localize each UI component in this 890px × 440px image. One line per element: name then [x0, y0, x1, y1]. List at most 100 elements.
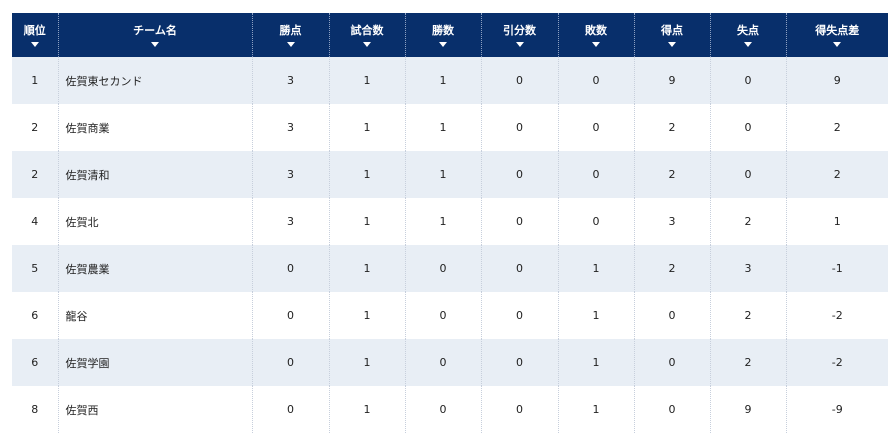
cell-losses: 0 [557, 151, 634, 198]
col-points-header[interactable]: 勝点 [251, 13, 329, 57]
cell-losses: 1 [557, 292, 634, 339]
sort-down-icon[interactable] [286, 41, 295, 47]
table-body: 1 佐賀東セカンド 3 1 1 0 0 9 0 9 2 佐賀商業 3 1 1 0 0 2 0 2 2 佐賀清和 3 1 1 0 0 2… [12, 57, 888, 433]
cell-points: 0 [251, 292, 329, 339]
cell-goals-against: 9 [709, 386, 786, 433]
cell-games: 1 [328, 151, 405, 198]
sort-down-icon[interactable] [363, 41, 371, 47]
cell-losses: 0 [557, 57, 634, 104]
cell-goals-against: 0 [709, 57, 786, 104]
sort-down-icon[interactable] [744, 41, 752, 47]
col-goal-diff-header-label: 得失点差 [815, 23, 860, 37]
cell-goal-diff: -2 [785, 339, 888, 386]
cell-rank: 2 [12, 104, 58, 151]
sort-down-icon[interactable] [668, 41, 676, 47]
cell-points: 0 [251, 386, 329, 433]
cell-games: 1 [328, 198, 405, 245]
cell-points: 3 [251, 57, 329, 104]
sort-down-icon[interactable] [515, 41, 524, 47]
cell-games: 1 [328, 339, 405, 386]
cell-points: 0 [251, 245, 329, 292]
table-row: 6 佐賀学園 0 1 0 0 1 0 2 -2 [12, 339, 888, 386]
table-row: 8 佐賀西 0 1 0 0 1 0 9 -9 [12, 386, 888, 433]
cell-rank: 5 [12, 245, 58, 292]
standings-table: 順位 チーム名 勝点 試合数 勝数 引分数 敗数 得点 失点 得失点差 1 佐賀東セカンド 3 1 1 0 0… [12, 13, 888, 433]
col-losses-header[interactable]: 敗数 [557, 13, 634, 57]
sort-down-icon[interactable] [592, 41, 600, 47]
cell-goal-diff: -9 [785, 386, 888, 433]
col-goal-diff-header[interactable]: 得失点差 [785, 13, 888, 57]
cell-draws: 0 [480, 151, 558, 198]
cell-games: 1 [328, 245, 405, 292]
cell-rank: 4 [12, 198, 58, 245]
col-goals-for-header[interactable]: 得点 [633, 13, 710, 57]
col-team-header[interactable]: チーム名 [57, 13, 252, 57]
col-draws-header[interactable]: 引分数 [480, 13, 558, 57]
col-rank-header[interactable]: 順位 [12, 13, 58, 57]
cell-team: 佐賀農業 [57, 245, 252, 292]
col-goals-against-header-label: 失点 [737, 23, 759, 37]
cell-draws: 0 [480, 245, 558, 292]
sort-down-icon[interactable] [439, 41, 447, 47]
cell-goals-for: 0 [633, 339, 710, 386]
cell-losses: 0 [557, 198, 634, 245]
table-row: 4 佐賀北 3 1 1 0 0 3 2 1 [12, 198, 888, 245]
cell-draws: 0 [480, 104, 558, 151]
cell-rank: 1 [12, 57, 58, 104]
sort-down-icon[interactable] [151, 41, 159, 47]
cell-draws: 0 [480, 57, 558, 104]
table-row: 2 佐賀清和 3 1 1 0 0 2 0 2 [12, 151, 888, 198]
col-losses-header-label: 敗数 [585, 23, 607, 37]
cell-goals-for: 2 [633, 104, 710, 151]
cell-losses: 0 [557, 104, 634, 151]
cell-goal-diff: 9 [785, 57, 888, 104]
col-goals-against-header[interactable]: 失点 [709, 13, 786, 57]
col-games-header-label: 試合数 [350, 23, 384, 37]
cell-goals-against: 2 [709, 198, 786, 245]
cell-goals-against: 2 [709, 292, 786, 339]
cell-goals-for: 3 [633, 198, 710, 245]
cell-games: 1 [328, 104, 405, 151]
col-wins-header[interactable]: 勝数 [404, 13, 481, 57]
sort-down-icon[interactable] [833, 41, 842, 47]
cell-goals-against: 0 [709, 104, 786, 151]
cell-games: 1 [328, 292, 405, 339]
cell-goals-for: 2 [633, 245, 710, 292]
cell-rank: 8 [12, 386, 58, 433]
cell-goal-diff: -2 [785, 292, 888, 339]
cell-team: 佐賀北 [57, 198, 252, 245]
cell-rank: 6 [12, 292, 58, 339]
cell-team: 佐賀清和 [57, 151, 252, 198]
cell-team: 佐賀商業 [57, 104, 252, 151]
cell-team: 龍谷 [57, 292, 252, 339]
cell-games: 1 [328, 57, 405, 104]
cell-points: 3 [251, 198, 329, 245]
sort-down-icon[interactable] [30, 41, 39, 47]
cell-goals-for: 0 [633, 292, 710, 339]
col-points-header-label: 勝点 [279, 23, 302, 37]
cell-games: 1 [328, 386, 405, 433]
table-row: 2 佐賀商業 3 1 1 0 0 2 0 2 [12, 104, 888, 151]
col-goals-for-header-label: 得点 [661, 23, 683, 37]
cell-wins: 0 [404, 386, 481, 433]
cell-goals-against: 3 [709, 245, 786, 292]
col-games-header[interactable]: 試合数 [328, 13, 405, 57]
cell-wins: 1 [404, 198, 481, 245]
cell-draws: 0 [480, 386, 558, 433]
standings-panel: 順位 チーム名 勝点 試合数 勝数 引分数 敗数 得点 失点 得失点差 1 佐賀東セカンド 3 1 1 0 0… [0, 0, 890, 440]
cell-wins: 0 [404, 292, 481, 339]
cell-goals-for: 9 [633, 57, 710, 104]
col-rank-header-label: 順位 [23, 23, 46, 37]
cell-goal-diff: 2 [785, 104, 888, 151]
cell-rank: 2 [12, 151, 58, 198]
cell-losses: 1 [557, 245, 634, 292]
cell-points: 3 [251, 104, 329, 151]
col-wins-header-label: 勝数 [432, 23, 454, 37]
cell-team: 佐賀西 [57, 386, 252, 433]
cell-goals-for: 2 [633, 151, 710, 198]
cell-goal-diff: 1 [785, 198, 888, 245]
cell-losses: 1 [557, 386, 634, 433]
cell-goals-against: 2 [709, 339, 786, 386]
cell-draws: 0 [480, 292, 558, 339]
cell-team: 佐賀学園 [57, 339, 252, 386]
